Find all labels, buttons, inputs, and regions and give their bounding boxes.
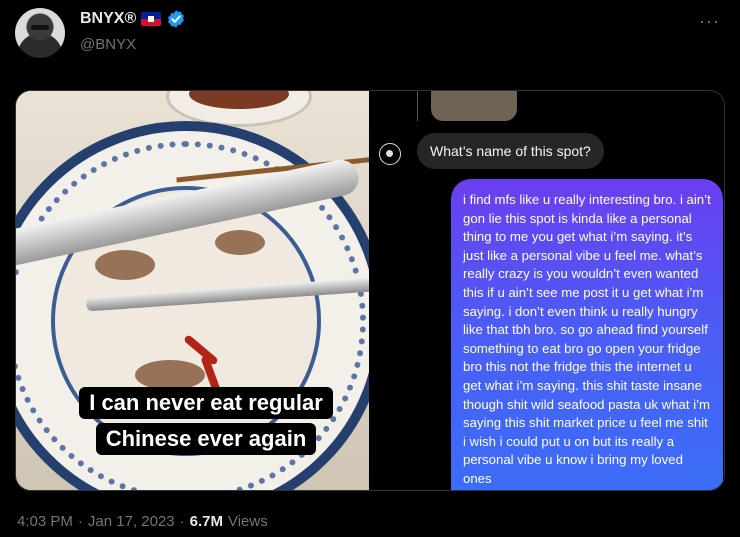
caption-line-1: I can never eat regular (79, 387, 333, 419)
caption-line-2: Chinese ever again (95, 423, 317, 455)
dm-screenshot: What’s name of this spot? i find mfs lik… (369, 91, 724, 490)
tweet-date[interactable]: Jan 17, 2023 (88, 513, 175, 530)
tweet-time[interactable]: 4:03 PM (17, 513, 73, 530)
tweet-media[interactable]: I can never eat regular Chinese ever aga… (15, 90, 725, 491)
outgoing-message-bubble: i find mfs like u really interesting bro… (451, 179, 723, 490)
haiti-flag-icon (141, 12, 162, 26)
author-name-row: BNYX® (80, 9, 186, 29)
author-handle[interactable]: @BNYX (80, 36, 136, 53)
views-count[interactable]: 6.7M (190, 513, 223, 530)
thread-line (417, 91, 418, 121)
incoming-message-bubble: What’s name of this spot? (417, 133, 604, 169)
food-photo: I can never eat regular Chinese ever aga… (16, 91, 369, 490)
sender-avatar-icon (379, 143, 401, 165)
views-label: Views (227, 513, 268, 530)
avatar-glasses (31, 25, 49, 30)
more-options-icon[interactable]: ··· (699, 11, 720, 32)
meta-separator: · (179, 513, 185, 530)
previous-shared-image (431, 91, 517, 121)
author-display-name[interactable]: BNYX® (80, 10, 136, 28)
author-avatar[interactable] (15, 8, 65, 58)
tweet-meta: 4:03 PM · Jan 17, 2023 · 6.7M Views (17, 513, 268, 530)
video-caption: I can never eat regular Chinese ever aga… (56, 387, 356, 455)
verified-badge-icon (168, 10, 185, 28)
meta-separator: · (77, 513, 83, 530)
